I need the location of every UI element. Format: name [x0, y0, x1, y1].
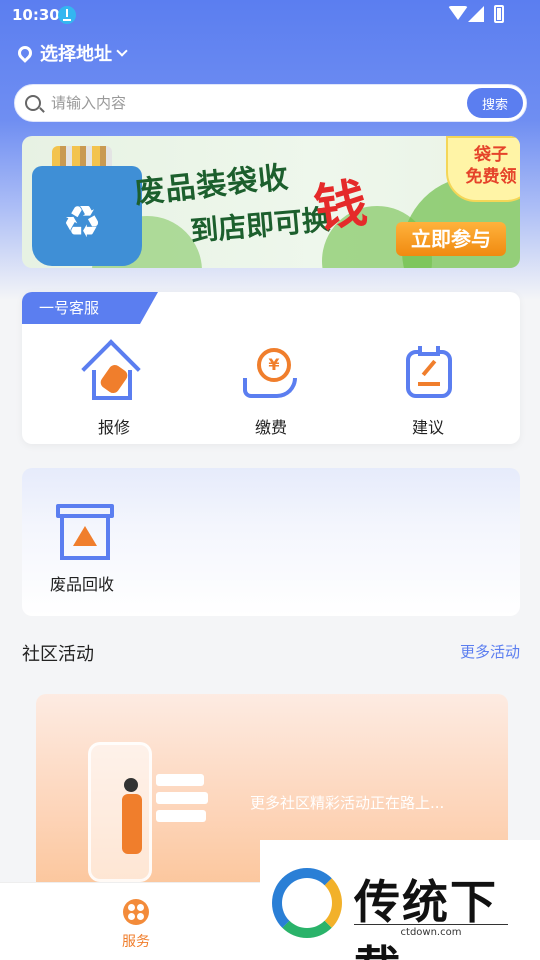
recycle-card[interactable]: 废品回收 — [22, 468, 520, 616]
service-suggestion[interactable]: 建议 — [373, 344, 483, 438]
house-wrench-icon — [81, 339, 144, 404]
search-icon — [25, 95, 41, 111]
promo-banner[interactable]: ♻ 废品装袋收 到店即可换 钱 立即参与 袋子 免费领 — [22, 136, 520, 268]
coin-hand-icon: ¥ — [241, 344, 301, 404]
banner-headline-2: 到店即可换 — [188, 202, 332, 249]
signal-icon — [468, 6, 484, 22]
service-suggestion-label: 建议 — [411, 418, 444, 437]
service-payment[interactable]: ¥ 缴费 — [216, 344, 326, 438]
watermark-logo-icon — [272, 868, 342, 938]
recycle-icon: ♻ — [62, 197, 102, 248]
chevron-down-icon — [116, 45, 128, 57]
status-time: 10:30 — [12, 6, 60, 24]
recycle-label: 废品回收 — [50, 575, 115, 594]
service-grid-icon — [123, 899, 149, 925]
phone-illustration — [88, 742, 152, 882]
activity-placeholder-text: 更多社区精彩活动正在路上... — [250, 794, 445, 812]
badge-line-1: 袋子 — [474, 145, 508, 165]
service-card: 一号客服 报修 ¥ 缴费 建议 — [22, 292, 520, 444]
search-bar: 搜索 — [14, 84, 527, 122]
watermark: 传统下载 ctdown.com — [260, 840, 540, 960]
service-card-tag: 一号客服 — [22, 292, 158, 324]
wifi-icon — [448, 6, 468, 20]
address-selector[interactable]: 选择地址 — [15, 40, 128, 66]
activities-title: 社区活动 — [22, 644, 94, 665]
location-pin-icon — [15, 43, 35, 63]
nav-item-service[interactable]: 服务 — [110, 899, 162, 951]
address-label: 选择地址 — [40, 44, 112, 65]
watermark-title: 传统下载 — [354, 875, 498, 960]
service-repair-label: 报修 — [97, 418, 130, 437]
recycle-box-icon — [56, 504, 114, 560]
search-input[interactable] — [51, 89, 461, 117]
service-payment-label: 缴费 — [254, 418, 287, 437]
person-illustration — [122, 794, 142, 854]
watermark-url: ctdown.com — [354, 924, 508, 938]
clipboard-pen-icon — [398, 344, 458, 404]
search-button[interactable]: 搜索 — [467, 88, 523, 118]
status-bar: 10:30 — [0, 0, 540, 32]
person-illustration-head — [124, 778, 138, 792]
service-repair[interactable]: 报修 — [59, 339, 169, 438]
more-activities-link[interactable]: 更多活动 — [460, 641, 520, 662]
battery-icon — [494, 5, 504, 23]
nav-item-service-label: 服务 — [122, 934, 150, 950]
banner-money-text: 钱 — [310, 173, 371, 241]
banner-join-button[interactable]: 立即参与 — [396, 222, 506, 256]
free-bag-badge: 袋子 免费领 — [446, 136, 520, 202]
badge-line-2: 免费领 — [465, 167, 517, 187]
download-icon — [58, 6, 76, 24]
